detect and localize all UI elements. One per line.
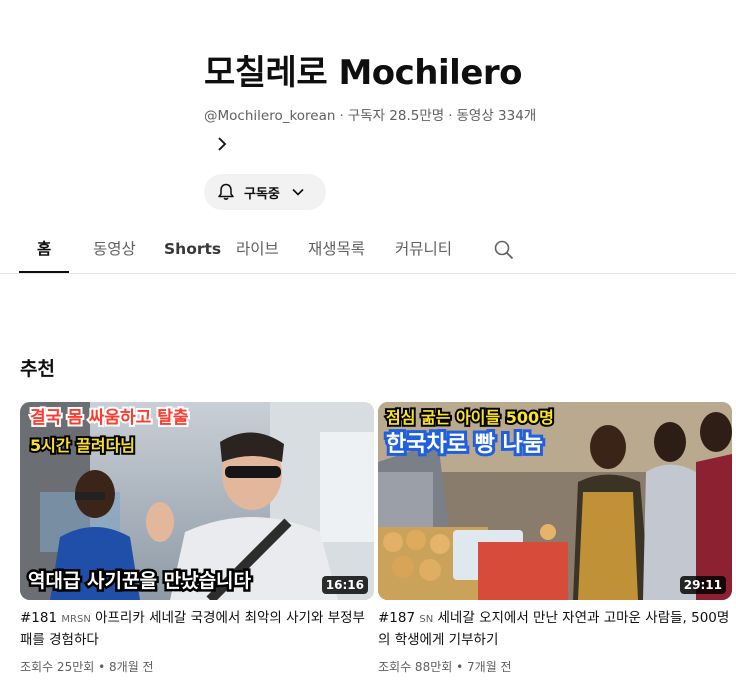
video-number: #187	[378, 610, 416, 626]
tab-playlists[interactable]: 재생목록	[308, 226, 365, 273]
upload-age: 8개월 전	[109, 660, 154, 674]
channel-title: 모칠레로 Mochilero	[204, 53, 523, 93]
video-meta: 조회수 25만회 • 8개월 전	[20, 660, 154, 674]
search-icon[interactable]	[493, 239, 515, 261]
thumbnail-caption: 결국 몸 싸움하고 탈출	[28, 408, 191, 429]
subscriber-count: 구독자 28.5만명	[347, 108, 445, 124]
video-title[interactable]: #187 SN 세네갈 오지에서 만난 자연과 고마운 사람들, 500명의 학…	[378, 608, 732, 648]
video-title[interactable]: #181 MRSN 아프리카 세네갈 국경에서 최악의 사기와 부정부패를 경험…	[20, 608, 374, 648]
video-card[interactable]: 결국 몸 싸움하고 탈출 5시간 끌려다님 역대급 사기꾼을 만났습니다 16:…	[20, 402, 374, 675]
tab-videos[interactable]: 동영상	[93, 226, 136, 273]
video-number: #181	[20, 610, 58, 626]
bell-icon	[216, 182, 236, 202]
video-card[interactable]: 점심 굶는 아이들 500명 한국차로 빵 나눔 29:11 #187 SN 세…	[378, 402, 732, 675]
chevron-right-icon[interactable]	[212, 134, 232, 154]
thumbnail-caption: 점심 굶는 아이들 500명	[384, 408, 556, 428]
video-thumbnail[interactable]: 결국 몸 싸움하고 탈출 5시간 끌려다님 역대급 사기꾼을 만났습니다 16:…	[20, 402, 374, 600]
chevron-down-icon	[290, 184, 306, 200]
video-tag: MRSN	[61, 614, 91, 625]
video-duration: 29:11	[679, 576, 726, 594]
section-title-recommended: 추천	[20, 358, 55, 380]
video-duration: 16:16	[321, 576, 368, 594]
thumbnail-caption: 한국차로 빵 나눔	[383, 431, 546, 459]
subscribed-button[interactable]: 구독중	[204, 174, 326, 210]
video-count: 동영상 334개	[456, 108, 537, 124]
view-count: 조회수 88만회	[378, 660, 453, 674]
channel-handle[interactable]: @Mochilero_korean	[204, 108, 335, 124]
video-tag: SN	[419, 614, 434, 625]
tab-shorts[interactable]: Shorts	[164, 226, 221, 273]
tab-live[interactable]: 라이브	[236, 226, 279, 273]
thumbnail-caption: 5시간 끌려다님	[28, 436, 137, 456]
upload-age: 7개월 전	[467, 660, 512, 674]
video-meta: 조회수 88만회 • 7개월 전	[378, 660, 512, 674]
channel-meta: @Mochilero_korean · 구독자 28.5만명 · 동영상 334개	[204, 104, 724, 124]
tab-home[interactable]: 홈	[18, 226, 70, 273]
view-count: 조회수 25만회	[20, 660, 95, 674]
video-thumbnail[interactable]: 점심 굶는 아이들 500명 한국차로 빵 나눔 29:11	[378, 402, 732, 600]
meta-separator: ·	[339, 108, 344, 124]
meta-separator: ·	[448, 108, 453, 124]
thumbnail-caption: 역대급 사기꾼을 만났습니다	[26, 569, 254, 593]
channel-tabs: 홈 동영상 Shorts 라이브 재생목록 커뮤니티	[0, 226, 736, 274]
tab-community[interactable]: 커뮤니티	[395, 226, 452, 273]
channel-header: 모칠레로 Mochilero @Mochilero_korean · 구독자 28.…	[204, 48, 724, 210]
subscribed-label: 구독중	[244, 186, 280, 202]
